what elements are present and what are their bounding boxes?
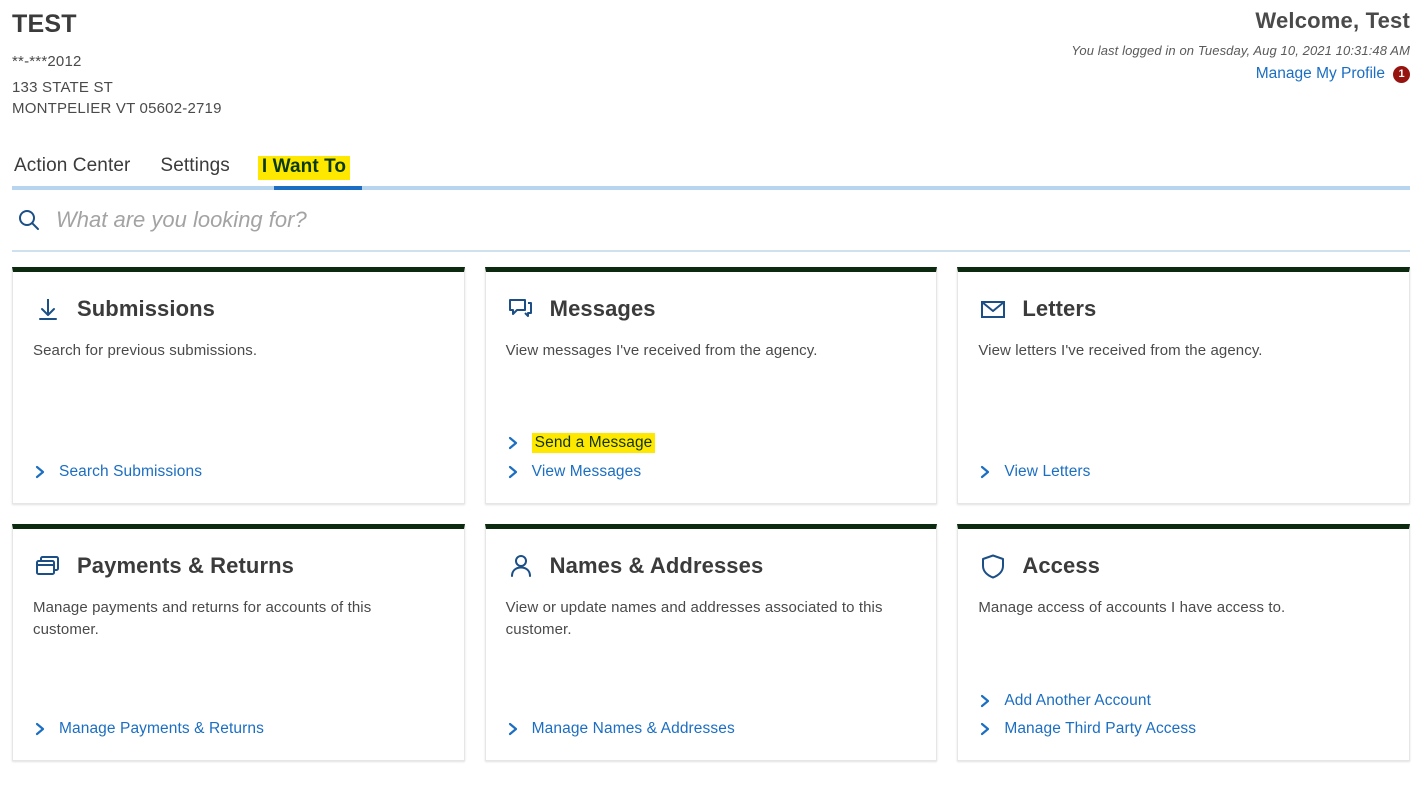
profile-notification-badge[interactable]: 1 bbox=[1393, 65, 1410, 83]
card-link-row[interactable]: View Messages bbox=[506, 463, 917, 481]
card-links: Manage Payments & Returns bbox=[33, 720, 444, 738]
card-title: Submissions bbox=[77, 296, 216, 321]
chevron-right-icon bbox=[978, 693, 992, 709]
card-messages[interactable]: Messages View messages I've received fro… bbox=[484, 267, 938, 504]
card-description: View letters I've received from the agen… bbox=[978, 342, 1263, 359]
card-links: Add Another Account Manage Third Party A… bbox=[978, 692, 1389, 738]
card-title: Messages bbox=[549, 296, 656, 321]
speech-bubbles-icon bbox=[506, 294, 536, 324]
link-search-submissions[interactable]: Search Submissions bbox=[59, 463, 202, 481]
card-link-row[interactable]: Manage Names & Addresses bbox=[506, 720, 917, 738]
tab-underline-rail bbox=[12, 186, 1410, 190]
page-header: TEST **-***2012 133 STATE ST MONTPELIER … bbox=[12, 0, 1410, 150]
card-header: Letters bbox=[978, 294, 1389, 324]
card-header: Submissions bbox=[33, 294, 444, 324]
card-description: Search for previous submissions. bbox=[33, 342, 258, 359]
person-icon bbox=[506, 551, 536, 581]
link-view-letters[interactable]: View Letters bbox=[1004, 463, 1090, 481]
card-description: Manage access of accounts I have access … bbox=[978, 599, 1286, 616]
link-send-a-message[interactable]: Send a Message bbox=[531, 433, 656, 453]
download-arrow-icon bbox=[33, 294, 63, 324]
tab-settings[interactable]: Settings bbox=[158, 155, 231, 180]
tab-bar: Action Center Settings I Want To bbox=[12, 150, 1410, 186]
card-link-row[interactable]: Manage Third Party Access bbox=[978, 720, 1389, 738]
account-address: 133 STATE ST MONTPELIER VT 05602-2719 bbox=[12, 77, 1410, 119]
shield-icon bbox=[978, 551, 1008, 581]
card-links: Send a Message View Messages bbox=[506, 433, 917, 481]
manage-my-profile-link[interactable]: Manage My Profile bbox=[1256, 65, 1385, 83]
tab-active-indicator bbox=[274, 186, 362, 190]
card-header: Payments & Returns bbox=[33, 551, 444, 581]
card-description: View messages I've received from the age… bbox=[505, 342, 818, 359]
last-login-text: You last logged in on Tuesday, Aug 10, 2… bbox=[1071, 43, 1410, 58]
card-title: Letters bbox=[1022, 296, 1097, 321]
card-names-addresses[interactable]: Names & Addresses View or update names a… bbox=[484, 524, 938, 761]
manage-profile-row: Manage My Profile 1 bbox=[1071, 65, 1410, 83]
card-link-row[interactable]: View Letters bbox=[978, 463, 1389, 481]
card-access[interactable]: Access Manage access of accounts I have … bbox=[957, 524, 1410, 761]
envelope-icon bbox=[978, 294, 1008, 324]
search-input[interactable] bbox=[56, 207, 1410, 233]
link-manage-names-addresses[interactable]: Manage Names & Addresses bbox=[532, 720, 735, 738]
link-add-another-account[interactable]: Add Another Account bbox=[1004, 692, 1151, 710]
card-payments-returns[interactable]: Payments & Returns Manage payments and r… bbox=[12, 524, 465, 761]
card-title: Names & Addresses bbox=[549, 553, 764, 578]
chevron-right-icon bbox=[978, 721, 992, 737]
tile-grid: Submissions Search for previous submissi… bbox=[12, 267, 1410, 761]
tab-action-center[interactable]: Action Center bbox=[12, 155, 132, 180]
card-link-row[interactable]: Send a Message bbox=[506, 433, 917, 453]
card-header: Names & Addresses bbox=[506, 551, 917, 581]
chevron-right-icon bbox=[506, 721, 520, 737]
stacked-cards-icon bbox=[33, 551, 63, 581]
link-view-messages[interactable]: View Messages bbox=[532, 463, 642, 481]
tab-i-want-to[interactable]: I Want To bbox=[257, 156, 351, 180]
address-line-2: MONTPELIER VT 05602-2719 bbox=[12, 100, 222, 117]
chevron-right-icon bbox=[33, 464, 47, 480]
card-link-row[interactable]: Add Another Account bbox=[978, 692, 1389, 710]
card-links: Manage Names & Addresses bbox=[506, 720, 917, 738]
card-header: Messages bbox=[506, 294, 917, 324]
page-root: TEST **-***2012 133 STATE ST MONTPELIER … bbox=[0, 0, 1422, 802]
card-links: Search Submissions bbox=[33, 463, 444, 481]
card-description: Manage payments and returns for accounts… bbox=[33, 599, 372, 638]
welcome-title: Welcome, Test bbox=[1255, 8, 1410, 33]
card-title: Access bbox=[1022, 553, 1100, 578]
card-description: View or update names and addresses assoc… bbox=[505, 599, 883, 638]
card-title: Payments & Returns bbox=[77, 553, 294, 578]
card-submissions[interactable]: Submissions Search for previous submissi… bbox=[12, 267, 465, 504]
search-bar[interactable] bbox=[12, 190, 1410, 252]
search-icon bbox=[16, 207, 42, 233]
card-link-row[interactable]: Manage Payments & Returns bbox=[33, 720, 444, 738]
card-header: Access bbox=[978, 551, 1389, 581]
card-letters[interactable]: Letters View letters I've received from … bbox=[957, 267, 1410, 504]
card-link-row[interactable]: Search Submissions bbox=[33, 463, 444, 481]
link-manage-payments-returns[interactable]: Manage Payments & Returns bbox=[59, 720, 264, 738]
chevron-right-icon bbox=[506, 435, 520, 451]
link-manage-third-party-access[interactable]: Manage Third Party Access bbox=[1004, 720, 1196, 738]
tab-list: Action Center Settings I Want To bbox=[12, 150, 1410, 180]
chevron-right-icon bbox=[978, 464, 992, 480]
chevron-right-icon bbox=[33, 721, 47, 737]
chevron-right-icon bbox=[506, 464, 520, 480]
card-links: View Letters bbox=[978, 463, 1389, 481]
welcome-block: Welcome, Test You last logged in on Tues… bbox=[1071, 8, 1410, 83]
